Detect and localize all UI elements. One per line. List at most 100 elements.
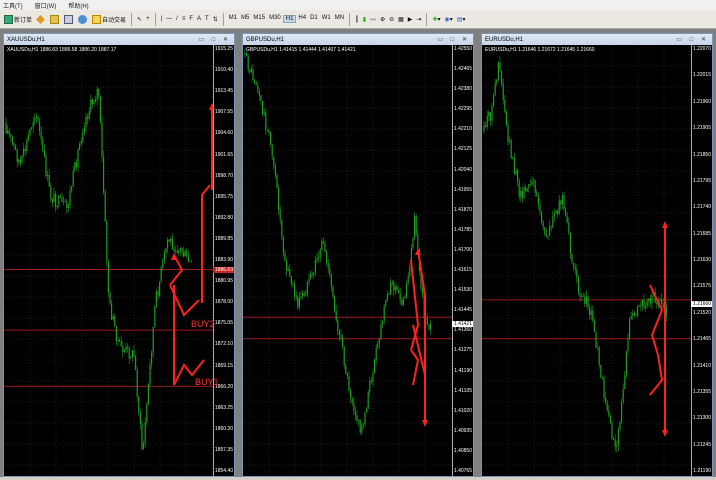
price-axis[interactable]: 1.42550 1.42465 1.42380 1.42295 1.42210 1.421… — [452, 45, 473, 477]
price-axis[interactable]: 1915.25 1910.40 1913.45 1907.55 1904.60 1901.… — [213, 45, 234, 477]
price-tick-label: 1854.40 — [214, 468, 233, 474]
candle-body — [144, 421, 146, 444]
timeframe-d1[interactable]: D1 — [308, 15, 320, 23]
timeframe-h4[interactable]: H4 — [296, 15, 308, 23]
candle-body — [483, 125, 485, 132]
arrows-button[interactable]: ⇅ — [211, 12, 220, 27]
candle-body — [525, 187, 527, 192]
timeframe-mn[interactable]: MN — [333, 15, 346, 23]
candle-body — [358, 420, 360, 422]
menu-tools[interactable]: 工具(T) — [3, 1, 23, 10]
timeframe-h1[interactable]: H1 — [282, 15, 297, 23]
candle-body — [311, 274, 313, 276]
toolbar-separator — [426, 12, 428, 26]
candle-body — [422, 288, 424, 295]
window-controls[interactable]: ▭ □ ✕ — [198, 36, 231, 43]
toolbar-separator — [154, 12, 156, 26]
candle-body — [529, 184, 531, 185]
timeframe-m5[interactable]: M5 — [239, 15, 251, 23]
candle-body — [151, 352, 153, 365]
price-chart-svg[interactable] — [482, 45, 692, 477]
periods-button[interactable]: ◉ ▾ — [443, 12, 455, 27]
candle-body — [111, 303, 113, 320]
channel-button[interactable]: ≡ — [180, 12, 188, 27]
chart-plot[interactable]: XAUUSDu,H1 1886.83 1886.58 1886.20 1887.… — [4, 45, 234, 477]
terminal-button[interactable] — [62, 12, 76, 27]
candle-body — [391, 281, 393, 284]
diamond-icon — [36, 14, 45, 24]
navigator-button[interactable] — [48, 12, 62, 27]
chart-window-gbpusd[interactable]: GBPUSDu,H1 ▭ □ ✕ GBPUSDu,H1 1.41415 1.41… — [242, 33, 474, 477]
candle-body — [388, 294, 390, 296]
candle-body — [605, 397, 607, 402]
candle-body — [553, 213, 555, 217]
timeframe-m15[interactable]: M15 — [251, 15, 267, 23]
candle-body — [63, 201, 65, 202]
auto-trading-button[interactable]: 自动交易 — [90, 12, 128, 27]
strategy-tester-button[interactable] — [76, 12, 90, 27]
price-axis[interactable]: 1.22070 1.22015 1.21960 1.21905 1.21850 1.217… — [691, 45, 712, 477]
price-chart-svg[interactable] — [243, 45, 453, 477]
candle-body — [59, 195, 61, 198]
window-controls[interactable]: ▭ □ ✕ — [437, 36, 470, 43]
candle-body — [412, 237, 414, 248]
candle-body — [61, 197, 63, 202]
candle-body — [627, 338, 629, 352]
candle-body — [15, 145, 17, 150]
tile-windows-button[interactable]: ▦ — [396, 12, 406, 27]
zoom-out-button[interactable]: ⊖ — [387, 12, 396, 27]
cursor-button[interactable]: ↖ — [135, 12, 144, 27]
timeframe-m30[interactable]: M30 — [267, 15, 283, 23]
chart-plot[interactable]: GBPUSDu,H1 1.41415 1.41444 1.41407 1.414… — [243, 45, 473, 477]
candle-body — [414, 215, 416, 238]
price-tick-label: 1857.35 — [214, 446, 233, 453]
chart-plot[interactable]: EURUSDu,H1 1.21646 1.21672 1.21645 1.216… — [482, 45, 712, 477]
chart-shift-button[interactable]: ⇥ — [414, 12, 423, 27]
price-tick-label: 1.41105 — [454, 387, 472, 394]
candle-body — [369, 380, 371, 392]
fibonacci-button[interactable]: F — [187, 12, 195, 27]
window-controls[interactable]: ▭ □ ✕ — [676, 36, 709, 43]
candle-body — [159, 281, 161, 296]
candle-body — [523, 187, 525, 199]
candle-body — [23, 148, 25, 156]
price-chart-svg[interactable] — [4, 45, 214, 477]
trade-arrow — [410, 259, 420, 351]
market-watch-button[interactable] — [34, 12, 48, 27]
price-tick-label: 1889.85 — [214, 235, 233, 242]
candle-body — [302, 293, 304, 296]
toolbar-separator — [349, 12, 351, 26]
chart-window-eurusd[interactable]: EURUSDu,H1 ▭ □ ✕ EURUSDu,H1 1.21646 1.21… — [481, 33, 713, 477]
bar-chart-button[interactable]: ┃ — [353, 12, 361, 27]
chart-window-xauusd[interactable]: XAUUSDu,H1 ▭ □ ✕ XAUUSDu,H1 1886.83 1886… — [3, 33, 235, 477]
candle-body — [603, 377, 605, 398]
candle-body — [50, 186, 52, 199]
zoom-in-button[interactable]: ⊕ — [378, 12, 387, 27]
candle-body — [383, 306, 385, 321]
candle-chart-button[interactable]: ▮ — [361, 12, 368, 27]
templates-button[interactable]: ▤ ▾ — [455, 12, 468, 27]
text-button[interactable]: A — [195, 12, 203, 27]
line-chart-button[interactable]: 〰 — [368, 12, 378, 27]
autoscroll-button[interactable]: ▶ — [406, 12, 415, 27]
timeframe-m1[interactable]: M1 — [227, 15, 239, 23]
new-order-button[interactable]: 新订单 — [2, 12, 34, 27]
indicators-button[interactable]: ✚ ▾ — [430, 12, 442, 27]
horizontal-line-button[interactable]: — — [164, 12, 174, 27]
candle-body — [632, 312, 634, 316]
crosshair-button[interactable]: + — [144, 12, 152, 27]
autoscroll-icon: ▶ — [407, 16, 413, 23]
timeframe-w1[interactable]: W1 — [320, 15, 333, 23]
candle-body — [582, 295, 584, 297]
chart-window-titlebar[interactable]: EURUSDu,H1 ▭ □ ✕ — [482, 34, 712, 45]
ohlc-info: EURUSDu,H1 1.21646 1.21672 1.21645 1.216… — [485, 47, 595, 53]
menu-help[interactable]: 帮助(H) — [68, 1, 88, 10]
chart-window-titlebar[interactable]: XAUUSDu,H1 ▭ □ ✕ — [4, 34, 234, 45]
candle-body — [662, 303, 664, 308]
menu-window[interactable]: 窗口(W) — [35, 1, 57, 10]
candle-body — [290, 276, 292, 284]
label-button[interactable]: T — [203, 12, 211, 27]
chart-window-titlebar[interactable]: GBPUSDu,H1 ▭ □ ✕ — [243, 34, 473, 45]
candle-body — [584, 296, 586, 305]
candle-body — [47, 174, 49, 177]
